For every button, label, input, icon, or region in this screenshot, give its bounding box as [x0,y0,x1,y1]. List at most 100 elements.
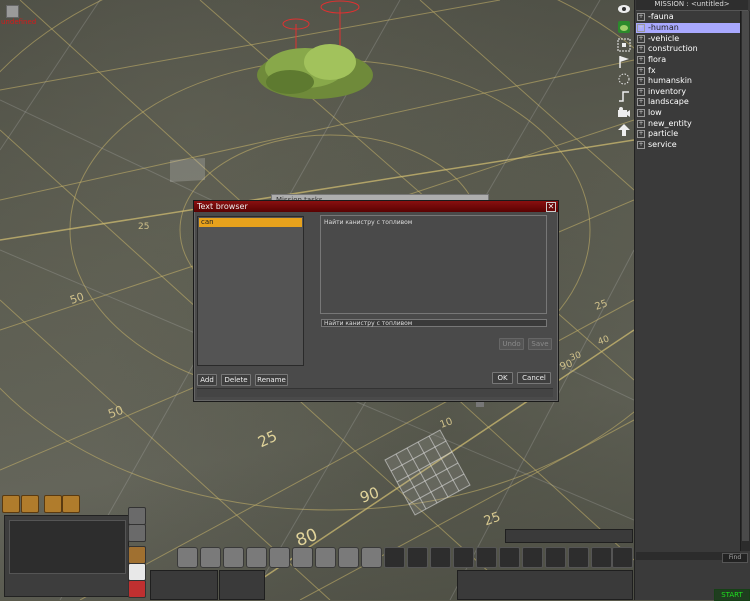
undefined-marker-icon[interactable] [6,5,19,18]
cube-icon[interactable] [128,546,146,564]
cancel-button[interactable]: Cancel [517,372,551,384]
target-icon[interactable] [269,547,290,568]
dialog-status-bar [197,388,553,397]
expand-icon[interactable]: + [637,109,645,117]
hand-icon[interactable] [128,507,146,525]
tree-item-vehicle[interactable]: + -vehicle [636,34,740,44]
inventory-slot[interactable] [568,547,589,568]
expand-icon[interactable]: + [637,130,645,138]
expand-icon[interactable]: + [637,120,645,128]
camera-icon[interactable] [617,106,631,120]
inventory-slot[interactable] [522,547,543,568]
tree-item-fx[interactable]: + fx [636,66,740,76]
tree-item-flora[interactable]: + flora [636,55,740,65]
text-id-list[interactable]: can [197,216,304,366]
tree-item-low[interactable]: + low [636,108,740,118]
expand-icon[interactable]: + [637,56,645,64]
inventory-slot[interactable] [407,547,428,568]
expand-icon[interactable]: + [637,35,645,43]
grenade-icon[interactable] [177,547,198,568]
tools-icon[interactable] [62,495,80,513]
expand-icon[interactable]: + [637,45,645,53]
object-tree[interactable]: + -fauna + -human + -vehicle + construction … [636,11,740,551]
pencil-icon[interactable] [21,495,39,513]
arrow-icon[interactable] [128,524,146,542]
gear-icon[interactable] [292,547,313,568]
tree-item-label: humanskin [648,76,692,85]
dialog-titlebar[interactable]: Text browser ✕ [194,201,558,212]
tree-item-label: particle [648,129,679,138]
side-toolbar [128,507,146,598]
grenade-icon[interactable] [617,20,631,34]
grid-label: 25 [255,426,281,452]
fire-extinguisher-icon[interactable] [128,580,146,598]
selection-grid-icon[interactable] [617,38,631,52]
tree-item-label: -human [648,23,679,32]
grid-label: 25 [138,222,150,232]
down-arrow-icon[interactable] [361,547,382,568]
inventory-slot[interactable] [476,547,497,568]
start-button[interactable]: START [714,589,750,601]
flag-icon[interactable] [617,55,631,69]
add-button[interactable]: Add [197,374,217,386]
steps-icon[interactable] [617,89,631,103]
tool-icon-column [614,0,634,145]
dotted-circle-icon[interactable] [617,72,631,86]
grid-label: 50 [106,402,126,422]
info-panel-left [150,570,218,600]
tree-item-construction[interactable]: + construction [636,44,740,54]
grid-label: 25 [481,509,503,530]
inventory-slot[interactable] [545,547,566,568]
tree-item-particle[interactable]: + particle [636,129,740,139]
inventory-slot[interactable] [591,547,612,568]
knife-icon[interactable] [246,547,267,568]
expand-icon[interactable]: + [637,98,645,106]
plus-icon[interactable] [338,547,359,568]
inventory-slot[interactable] [499,547,520,568]
tree-item-label: landscape [648,97,689,106]
inventory-slot[interactable] [612,547,633,568]
tree-item-label: fx [648,66,656,75]
minimap-panel[interactable] [4,515,129,597]
text-content-area[interactable]: Найти канистру с топливом [320,215,547,314]
tree-item-fauna[interactable]: + -fauna [636,12,740,22]
tree-item-human[interactable]: + -human [636,23,740,33]
undo-button[interactable]: Undo [499,338,524,350]
eye-icon[interactable] [617,2,631,16]
tree-scrollbar[interactable] [740,11,750,551]
undefined-label: undefined [1,18,37,26]
wrench-icon[interactable] [200,547,221,568]
inventory-slot[interactable] [384,547,405,568]
expand-icon[interactable]: + [637,141,645,149]
expand-icon[interactable]: + [637,88,645,96]
grid-label: 40 [596,334,611,348]
arrow-up-icon[interactable] [617,123,631,137]
skull-icon[interactable] [128,563,146,581]
list-item[interactable]: can [199,218,302,227]
compass-icon[interactable] [44,495,62,513]
rifle-icon[interactable] [223,547,244,568]
tree-item-label: flora [648,55,667,64]
delete-button[interactable]: Delete [221,374,251,386]
tree-item-landscape[interactable]: + landscape [636,97,740,107]
expand-icon[interactable]: + [637,24,645,32]
brush-icon[interactable] [2,495,20,513]
lamp-icon[interactable] [315,547,336,568]
close-icon[interactable]: ✕ [546,202,556,212]
save-button[interactable]: Save [528,338,552,350]
inventory-slot[interactable] [453,547,474,568]
tree-item-new-entity[interactable]: + new_entity [636,119,740,129]
expand-icon[interactable]: + [637,13,645,21]
inventory-slot[interactable] [430,547,451,568]
expand-icon[interactable]: + [637,77,645,85]
ok-button[interactable]: OK [492,372,513,384]
find-field[interactable]: Find [722,553,748,563]
tree-item-service[interactable]: + service [636,140,740,150]
expand-icon[interactable]: + [637,67,645,75]
scrollbar-thumb[interactable] [742,11,749,541]
text-line-input[interactable]: Найти канистру с топливом [321,319,547,327]
tree-item-humanskin[interactable]: + humanskin [636,76,740,86]
rename-button[interactable]: Rename [255,374,288,386]
minimap-view[interactable] [9,520,126,574]
tree-item-inventory[interactable]: + inventory [636,87,740,97]
